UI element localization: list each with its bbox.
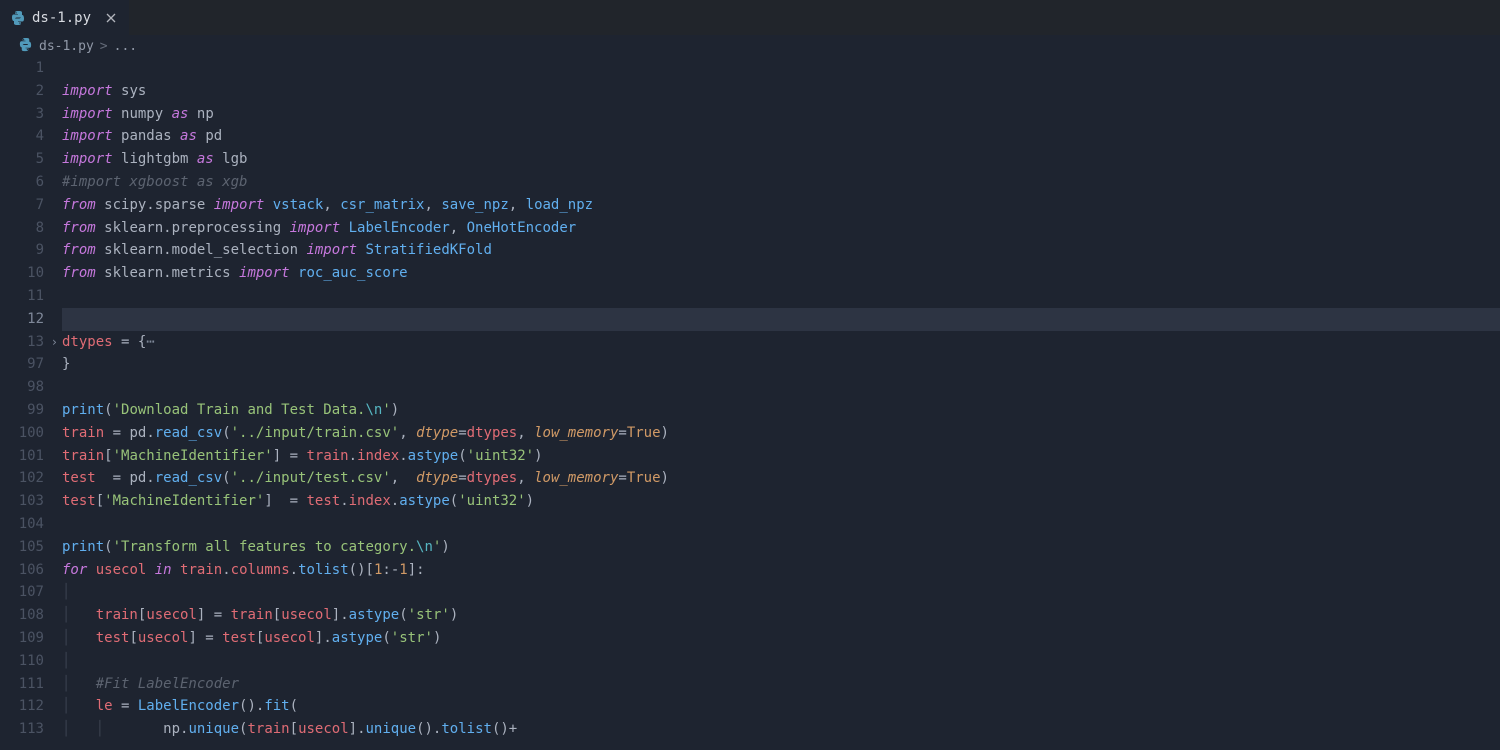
line-number[interactable]: 4 [0,125,44,148]
code-line[interactable]: #import xgboost as xgb [62,171,1500,194]
line-number[interactable]: 6 [0,171,44,194]
line-number[interactable]: 98 [0,376,44,399]
code-line[interactable]: test = pd.read_csv('../input/test.csv', … [62,467,1500,490]
code-line[interactable] [62,513,1500,536]
code-line[interactable]: │ │ np.unique(train[usecol].unique().tol… [62,718,1500,741]
code-area[interactable]: import sysimport numpy as npimport panda… [62,57,1500,750]
line-number[interactable]: 10 [0,262,44,285]
line-number[interactable]: 102 [0,467,44,490]
code-line[interactable]: train = pd.read_csv('../input/train.csv'… [62,422,1500,445]
line-number[interactable]: 104 [0,513,44,536]
line-number[interactable]: 108 [0,604,44,627]
tab-ds1[interactable]: ds-1.py [0,0,129,35]
line-number[interactable]: 113 [0,718,44,741]
code-line[interactable]: from sklearn.preprocessing import LabelE… [62,217,1500,240]
code-line[interactable]: │ le = LabelEncoder().fit( [62,695,1500,718]
line-number[interactable]: 13› [0,331,44,354]
line-number[interactable]: 103 [0,490,44,513]
line-number[interactable]: 9 [0,239,44,262]
line-number[interactable]: 97 [0,353,44,376]
line-number[interactable]: 111 [0,673,44,696]
line-number[interactable]: 109 [0,627,44,650]
tab-bar: ds-1.py [0,0,1500,35]
code-line[interactable]: │ test[usecol] = test[usecol].astype('st… [62,627,1500,650]
python-icon [10,10,26,26]
line-number[interactable]: 106 [0,559,44,582]
python-icon [18,37,33,56]
line-number[interactable]: 2 [0,80,44,103]
line-number[interactable]: 112 [0,695,44,718]
code-line[interactable]: from sklearn.model_selection import Stra… [62,239,1500,262]
line-number[interactable]: 107 [0,581,44,604]
line-number[interactable]: 8 [0,217,44,240]
code-line[interactable]: from scipy.sparse import vstack, csr_mat… [62,194,1500,217]
line-number[interactable]: 99 [0,399,44,422]
code-line[interactable]: print('Transform all features to categor… [62,536,1500,559]
line-number[interactable]: 11 [0,285,44,308]
code-line[interactable]: │ [62,581,1500,604]
code-line[interactable]: from sklearn.metrics import roc_auc_scor… [62,262,1500,285]
breadcrumb-file: ds-1.py [39,39,94,54]
code-line[interactable]: train['MachineIdentifier'] = train.index… [62,445,1500,468]
tab-filename: ds-1.py [32,10,91,26]
code-line[interactable] [62,285,1500,308]
code-line[interactable] [62,376,1500,399]
code-line[interactable]: │ train[usecol] = train[usecol].astype('… [62,604,1500,627]
close-icon[interactable] [103,10,119,26]
breadcrumb-dots: ... [114,39,137,54]
code-line[interactable]: } [62,353,1500,376]
code-line[interactable]: dtypes = {⋯ [62,331,1500,354]
line-number[interactable]: 3 [0,103,44,126]
code-line[interactable]: │ #Fit LabelEncoder [62,673,1500,696]
code-line[interactable]: import numpy as np [62,103,1500,126]
line-number[interactable]: 100 [0,422,44,445]
code-line[interactable]: import lightgbm as lgb [62,148,1500,171]
line-number[interactable]: 7 [0,194,44,217]
code-line[interactable] [62,308,1500,331]
code-line[interactable]: test['MachineIdentifier'] = test.index.a… [62,490,1500,513]
code-line[interactable] [62,57,1500,80]
line-number[interactable]: 101 [0,445,44,468]
line-number[interactable]: 12 [0,308,44,331]
code-line[interactable]: import pandas as pd [62,125,1500,148]
code-line[interactable]: │ [62,650,1500,673]
breadcrumb[interactable]: ds-1.py > ... [0,35,1500,57]
line-number[interactable]: 1 [0,57,44,80]
code-line[interactable]: for usecol in train.columns.tolist()[1:-… [62,559,1500,582]
line-number[interactable]: 105 [0,536,44,559]
line-number[interactable]: 5 [0,148,44,171]
code-line[interactable]: print('Download Train and Test Data.\n') [62,399,1500,422]
fold-chevron-icon[interactable]: › [51,331,58,354]
line-number[interactable]: 110 [0,650,44,673]
line-number-gutter[interactable]: 12345678910111213›9798991001011021031041… [0,57,62,750]
code-line[interactable]: import sys [62,80,1500,103]
code-editor[interactable]: 12345678910111213›9798991001011021031041… [0,57,1500,750]
chevron-right-icon: > [100,39,108,54]
